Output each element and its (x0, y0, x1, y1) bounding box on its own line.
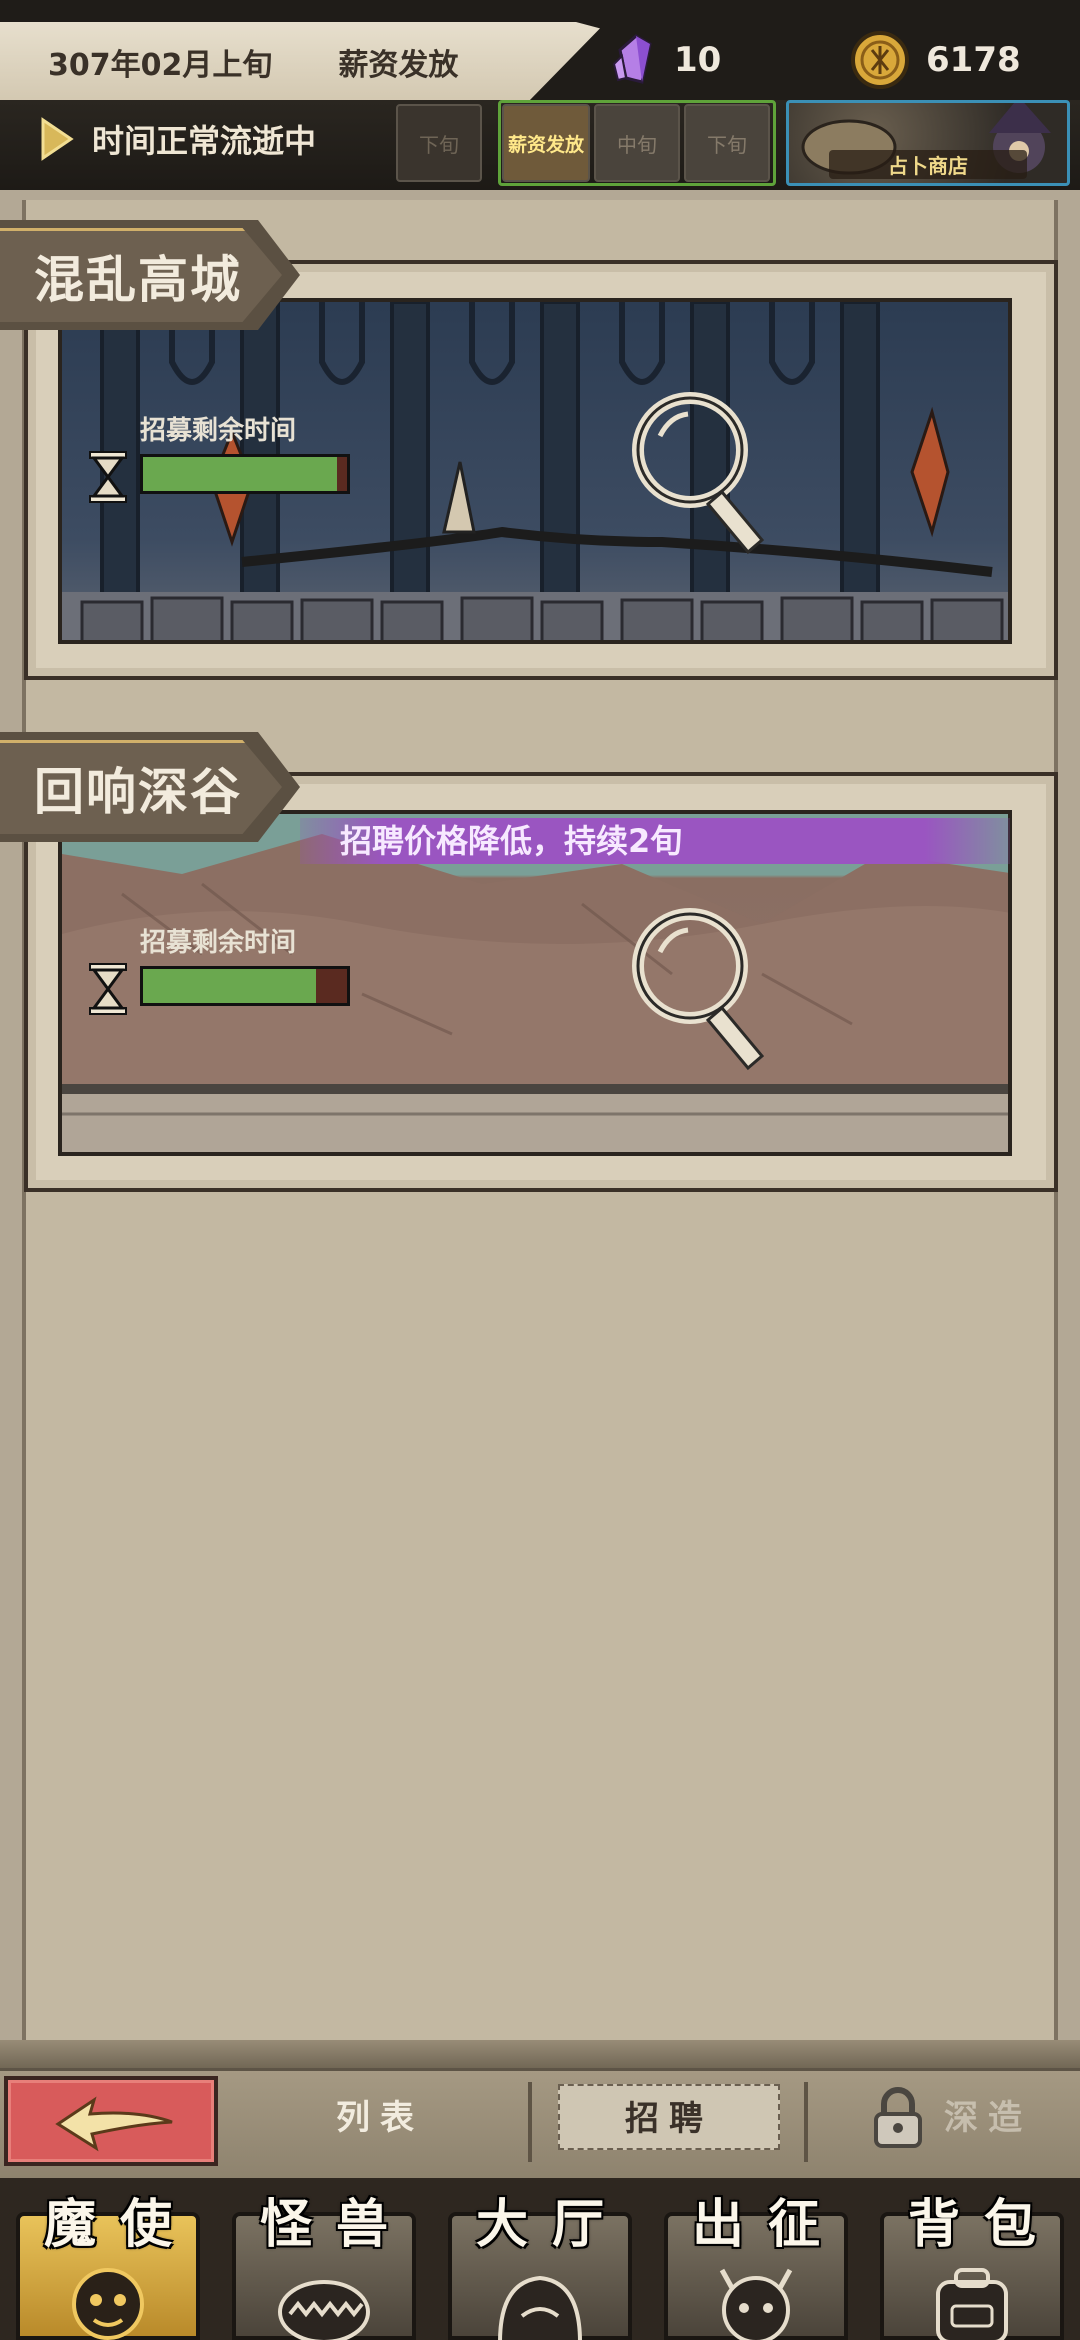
area-name: 回响深谷 (34, 763, 242, 821)
time-toggle[interactable]: 时间正常流逝中 (40, 116, 316, 162)
magnifier-icon[interactable] (630, 904, 780, 1084)
area-card-chaos-city[interactable]: 混乱高城 招募剩余时间 (0, 220, 1080, 690)
play-icon (41, 117, 74, 161)
panel-bottom-ledge (0, 2040, 1080, 2070)
recruit-timer-label: 招募剩余时间 (140, 416, 297, 446)
period-salary[interactable]: 薪资发放 (502, 104, 590, 182)
hourglass-icon (89, 451, 127, 503)
area-name-tab: 混乱高城 (0, 220, 300, 330)
nav-label: 怪兽 (259, 2195, 412, 2255)
date-banner: 307年02月上旬 薪资发放 (0, 22, 600, 102)
hall-icon (498, 2275, 582, 2340)
nav-label: 背包 (907, 2195, 1060, 2255)
tab-recruit[interactable]: 招聘 (558, 2084, 780, 2150)
hourglass-icon (89, 963, 127, 1015)
back-button[interactable] (4, 2076, 218, 2166)
recruit-timer-bar (140, 454, 350, 494)
period-late: 下旬 (684, 104, 770, 182)
back-arrow-icon (55, 2096, 173, 2152)
backpack-icon (936, 2268, 1008, 2340)
shop-label: 占卜商店 (829, 150, 1027, 179)
period-mid: 中旬 (594, 104, 680, 182)
gold-counter[interactable]: 6178 (850, 30, 1021, 90)
gold-coin-icon (851, 31, 909, 89)
time-status-text: 时间正常流逝中 (92, 122, 317, 160)
nav-hall[interactable]: 大厅 (432, 2178, 648, 2340)
magnifier-icon[interactable] (630, 388, 780, 568)
nav-label: 大厅 (475, 2195, 628, 2255)
crystal-counter[interactable]: 10 (612, 34, 721, 86)
area-card-echo-valley[interactable]: 回响深谷 招募剩余时间 (0, 732, 1080, 1202)
recruit-timer-fill (143, 969, 317, 1003)
recruit-timer-fill (143, 457, 337, 491)
nav-backpack[interactable]: 背包 (864, 2178, 1080, 2340)
crystal-icon (612, 34, 652, 84)
nav-label: 出征 (691, 2195, 844, 2255)
divination-shop-button[interactable]: 占卜商店 (786, 100, 1070, 186)
nav-envoy[interactable]: 魔使 (0, 2178, 216, 2340)
current-date: 307年02月上旬 (48, 48, 273, 83)
monster-icon (278, 2280, 370, 2340)
crystal-count: 10 (674, 40, 722, 80)
expedition-icon (719, 2268, 793, 2340)
envoy-icon (72, 2268, 144, 2340)
tab-divider (804, 2082, 808, 2162)
nav-expedition[interactable]: 出征 (648, 2178, 864, 2340)
tab-divider (528, 2082, 532, 2162)
current-event: 薪资发放 (338, 48, 459, 83)
lock-icon (874, 2087, 922, 2148)
area-buff-banner: 招聘价格降低，持续2旬 (300, 818, 1010, 864)
tab-list[interactable]: 列表 (336, 2090, 424, 2139)
gold-count: 6178 (926, 40, 1021, 80)
recruit-timer-bar (140, 966, 350, 1006)
nav-label: 魔使 (43, 2195, 196, 2255)
nav-monster[interactable]: 怪兽 (216, 2178, 432, 2340)
area-name: 混乱高城 (34, 251, 242, 309)
recruit-timer-label: 招募剩余时间 (140, 928, 297, 958)
period-prev: 下旬 (396, 104, 482, 182)
area-name-tab: 回响深谷 (0, 732, 300, 842)
tab-forge-locked[interactable]: 深造 (944, 2090, 1032, 2139)
